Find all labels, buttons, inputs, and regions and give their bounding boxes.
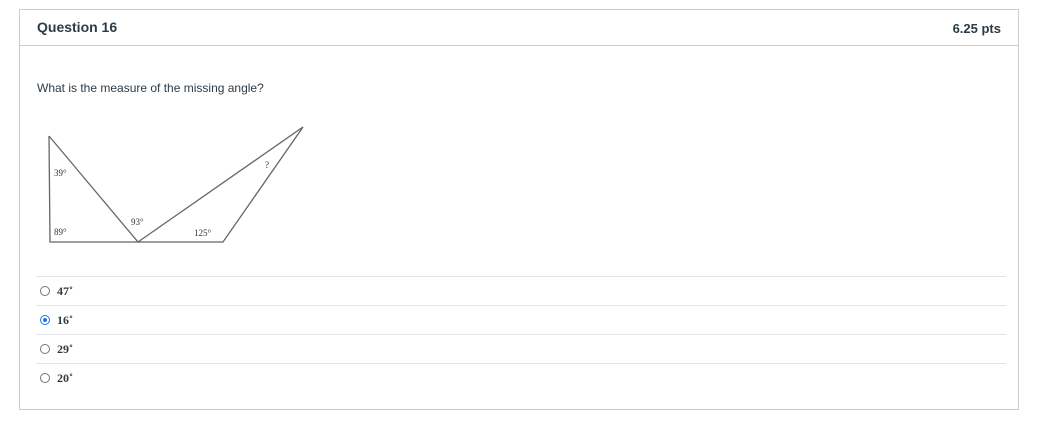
radio-button[interactable] bbox=[40, 373, 50, 383]
question-text: What is the measure of the missing angle… bbox=[37, 81, 264, 95]
angle-label-125: 125° bbox=[194, 228, 212, 238]
question-points: 6.25 pts bbox=[952, 21, 1001, 36]
question-title: Question 16 bbox=[37, 19, 118, 35]
answer-label[interactable]: 47˚ bbox=[57, 284, 73, 299]
answer-option-20[interactable]: 20˚ bbox=[36, 363, 1006, 392]
angle-label-89: 89° bbox=[54, 227, 67, 237]
answer-option-47[interactable]: 47˚ bbox=[36, 276, 1006, 305]
angle-label-39: 39° bbox=[54, 168, 67, 178]
answer-option-16[interactable]: 16˚ bbox=[36, 305, 1006, 334]
question-header: Question 16 6.25 pts bbox=[20, 10, 1018, 46]
answer-label[interactable]: 20˚ bbox=[57, 371, 73, 386]
triangle-figure: 39° 89° 93° 125° ? bbox=[36, 118, 332, 258]
angle-label-unknown: ? bbox=[265, 160, 269, 170]
question-card: Question 16 6.25 pts What is the measure… bbox=[19, 9, 1019, 410]
answer-label[interactable]: 29˚ bbox=[57, 342, 73, 357]
answer-list: 47˚ 16˚ 29˚ 20˚ bbox=[36, 276, 1006, 392]
radio-button[interactable] bbox=[40, 315, 50, 325]
right-triangle bbox=[137, 126, 304, 243]
radio-button[interactable] bbox=[40, 286, 50, 296]
triangle-diagram: 39° 89° 93° 125° ? bbox=[48, 126, 304, 243]
angle-label-93: 93° bbox=[131, 217, 144, 227]
answer-label[interactable]: 16˚ bbox=[57, 313, 73, 328]
radio-button[interactable] bbox=[40, 344, 50, 354]
answer-option-29[interactable]: 29˚ bbox=[36, 334, 1006, 363]
